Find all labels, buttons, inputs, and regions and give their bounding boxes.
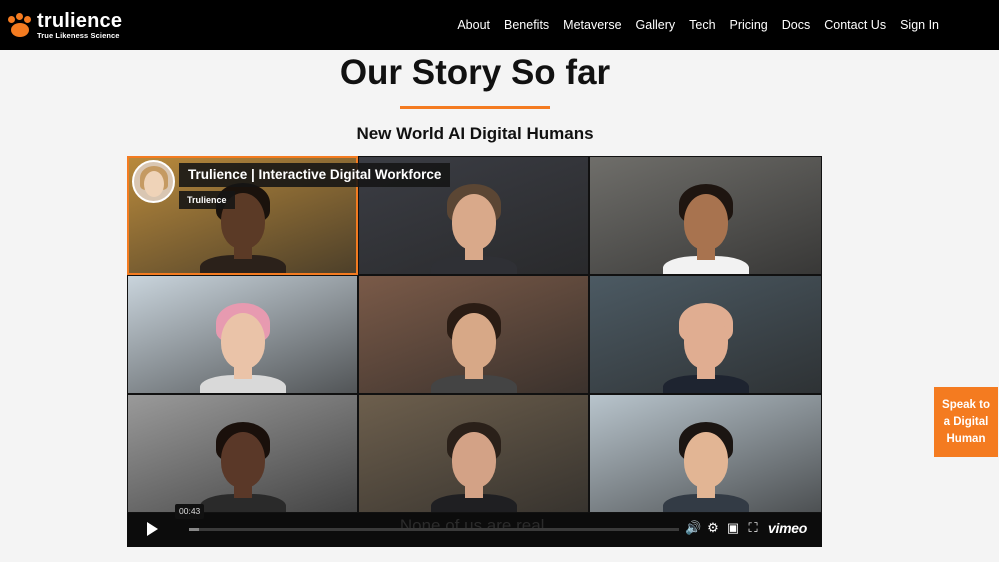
avatar-tile: [127, 275, 358, 394]
nav-about[interactable]: About: [457, 18, 490, 32]
settings-gear-icon[interactable]: ⚙: [705, 520, 721, 536]
nav-pricing[interactable]: Pricing: [730, 18, 768, 32]
nav-sign-in[interactable]: Sign In: [900, 18, 939, 32]
avatar-grid: [127, 156, 822, 513]
top-navbar: trulience True Likeness Science About Be…: [0, 0, 999, 50]
brand-logo[interactable]: trulience True Likeness Science: [7, 10, 137, 40]
volume-icon[interactable]: 🔊: [685, 520, 701, 536]
avatar-tile: [589, 275, 822, 394]
page-title: Our Story So far: [339, 53, 611, 92]
avatar-woman-brown-hair: [430, 291, 517, 393]
avatar-woman-dark-hair: [662, 172, 749, 274]
section-subtitle: New World AI Digital Humans: [356, 124, 594, 143]
channel-avatar[interactable]: [132, 160, 175, 203]
video-title[interactable]: Trulience | Interactive Digital Workforc…: [179, 163, 451, 187]
title-underline: [400, 106, 550, 109]
nav-metaverse[interactable]: Metaverse: [563, 18, 621, 32]
progress-bar[interactable]: [189, 528, 679, 531]
avatar-tile: [358, 275, 589, 394]
avatar-tile: [589, 156, 822, 275]
avatar-woman-pink-hair: [199, 291, 286, 393]
nav-links: About Benefits Metaverse Gallery Tech Pr…: [457, 0, 939, 50]
time-tooltip: 00:43: [175, 504, 205, 519]
brand-tagline: True Likeness Science: [37, 30, 120, 40]
nav-contact-us[interactable]: Contact Us: [824, 18, 886, 32]
avatar-tile: [127, 394, 358, 513]
avatar-man-bald: [662, 291, 749, 393]
nav-tech[interactable]: Tech: [689, 18, 715, 32]
avatar-woman-short-hair: [199, 410, 286, 512]
nav-docs[interactable]: Docs: [782, 18, 810, 32]
nav-gallery[interactable]: Gallery: [636, 18, 676, 32]
progress-fill: [189, 528, 199, 531]
avatar-man-asian: [662, 410, 749, 512]
paw-logo-icon: [7, 13, 33, 37]
speak-to-digital-human-button[interactable]: Speak to a Digital Human: [934, 387, 998, 457]
avatar-tile: [589, 394, 822, 513]
nav-benefits[interactable]: Benefits: [504, 18, 549, 32]
avatar-man-dark-suit: [430, 410, 517, 512]
cta-label-line3: Human: [946, 433, 986, 445]
play-icon[interactable]: [147, 522, 158, 536]
brand-name: trulience: [37, 9, 123, 32]
fullscreen-icon[interactable]: ⛶: [745, 520, 761, 536]
avatar-man-short-hair: [430, 172, 517, 274]
cta-label-line2: a Digital: [943, 416, 989, 428]
picture-in-picture-icon[interactable]: ▣: [725, 520, 741, 536]
video-channel[interactable]: Trulience: [179, 191, 235, 209]
vimeo-logo[interactable]: vimeo: [768, 520, 807, 536]
video-player[interactable]: Trulience | Interactive Digital Workforc…: [127, 156, 822, 547]
player-controls: 00:43 🔊 ⚙ ▣ ⛶ vimeo: [127, 504, 822, 547]
cta-label-line1: Speak to: [942, 399, 990, 411]
avatar-tile: [358, 394, 589, 513]
